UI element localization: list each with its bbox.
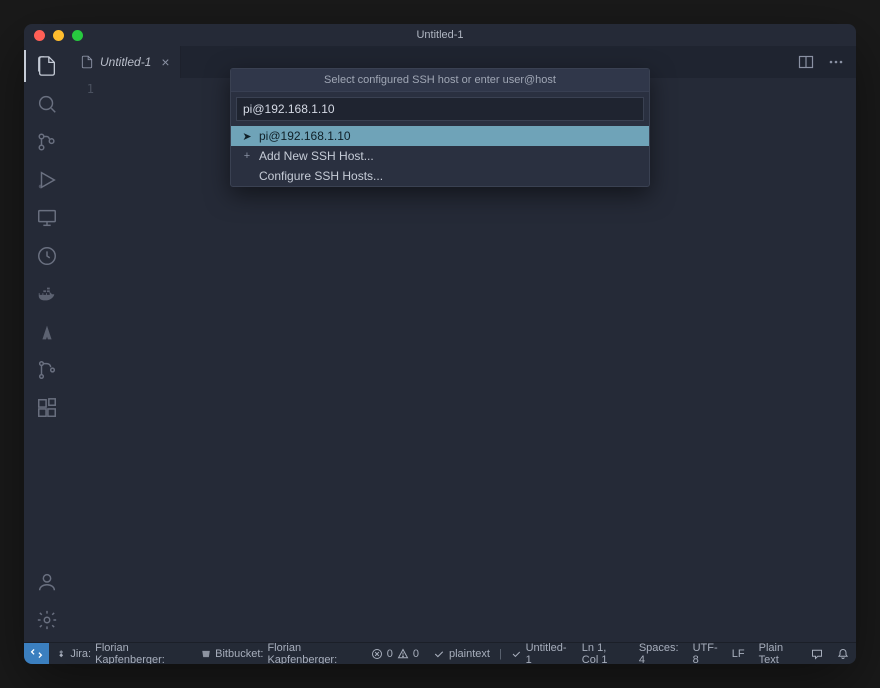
source-control-icon[interactable]	[35, 130, 59, 154]
clock-icon[interactable]	[35, 244, 59, 268]
extensions-icon[interactable]	[35, 396, 59, 420]
status-spaces[interactable]: Spaces: 4	[632, 643, 686, 664]
check-label-1: plaintext	[449, 648, 490, 660]
remote-indicator[interactable]	[24, 643, 49, 664]
traffic-lights	[34, 30, 83, 41]
git-graph-icon[interactable]	[35, 358, 59, 382]
quick-pick: Select configured SSH host or enter user…	[230, 68, 650, 187]
more-actions-icon[interactable]	[828, 54, 844, 70]
settings-gear-icon[interactable]	[35, 608, 59, 632]
status-feedback-icon[interactable]	[804, 643, 830, 664]
window-close-icon[interactable]	[34, 30, 45, 41]
quick-pick-input[interactable]	[236, 97, 644, 121]
statusbar: Jira: Florian Kapfenberger: Bitbucket: F…	[24, 642, 856, 664]
status-language[interactable]: Plain Text	[752, 643, 804, 664]
editor-actions	[798, 46, 856, 78]
quick-pick-item-selected[interactable]: ➤ pi@192.168.1.10	[231, 126, 649, 146]
quick-pick-title: Select configured SSH host or enter user…	[231, 69, 649, 92]
run-debug-icon[interactable]	[35, 168, 59, 192]
search-icon[interactable]	[35, 92, 59, 116]
check-icon	[511, 648, 522, 660]
quick-pick-item-configure[interactable]: Configure SSH Hosts...	[231, 166, 649, 186]
warnings-count: 0	[413, 648, 419, 660]
status-problems[interactable]: 0 0	[364, 643, 426, 664]
error-icon	[371, 648, 383, 660]
jira-user: Florian Kapfenberger:	[95, 642, 187, 665]
warning-icon	[397, 648, 409, 660]
file-icon	[80, 55, 94, 69]
errors-count: 0	[387, 648, 393, 660]
status-encoding[interactable]: UTF-8	[686, 643, 725, 664]
quick-pick-item-add[interactable]: + Add New SSH Host...	[231, 146, 649, 166]
check-icon	[433, 648, 445, 660]
window-minimize-icon[interactable]	[53, 30, 64, 41]
quick-pick-item-label: pi@192.168.1.10	[259, 129, 351, 143]
status-sep: |	[497, 648, 504, 660]
status-bitbucket[interactable]: Bitbucket: Florian Kapfenberger:	[194, 643, 364, 664]
editor-tab-label: Untitled-1	[100, 55, 151, 69]
docker-icon[interactable]	[35, 282, 59, 306]
bitbucket-icon	[201, 648, 211, 660]
vscode-window: Untitled-1	[24, 24, 856, 664]
atlassian-icon[interactable]	[35, 320, 59, 344]
status-jira[interactable]: Jira: Florian Kapfenberger:	[49, 643, 194, 664]
bitbucket-user: Florian Kapfenberger:	[267, 642, 356, 665]
status-eol[interactable]: LF	[725, 643, 752, 664]
check-label-2: Untitled-1	[526, 642, 568, 665]
status-bell-icon[interactable]	[830, 643, 856, 664]
line-number: 1	[70, 82, 108, 642]
status-checkmark-1[interactable]: plaintext	[426, 643, 497, 664]
quick-pick-list: ➤ pi@192.168.1.10 + Add New SSH Host... …	[231, 126, 649, 186]
bitbucket-label: Bitbucket:	[215, 648, 263, 660]
tab-close-icon[interactable]: ×	[161, 54, 169, 70]
window-maximize-icon[interactable]	[72, 30, 83, 41]
split-editor-icon[interactable]	[798, 54, 814, 70]
plus-icon: +	[241, 150, 253, 162]
window-title: Untitled-1	[416, 29, 463, 41]
titlebar: Untitled-1	[24, 24, 856, 46]
activity-bar	[24, 46, 70, 642]
explorer-icon[interactable]	[35, 54, 59, 78]
remote-explorer-icon[interactable]	[35, 206, 59, 230]
arrow-icon: ➤	[241, 130, 253, 143]
jira-icon	[56, 648, 66, 660]
accounts-icon[interactable]	[35, 570, 59, 594]
status-checkmark-2[interactable]: Untitled-1	[504, 643, 575, 664]
quick-pick-item-label: Configure SSH Hosts...	[259, 169, 383, 183]
jira-label: Jira:	[70, 648, 91, 660]
status-right: Ln 1, Col 1 Spaces: 4 UTF-8 LF Plain Tex…	[575, 643, 856, 664]
editor-tab[interactable]: Untitled-1 ×	[70, 46, 181, 78]
quick-pick-item-label: Add New SSH Host...	[259, 149, 374, 163]
status-ln-col[interactable]: Ln 1, Col 1	[575, 643, 632, 664]
